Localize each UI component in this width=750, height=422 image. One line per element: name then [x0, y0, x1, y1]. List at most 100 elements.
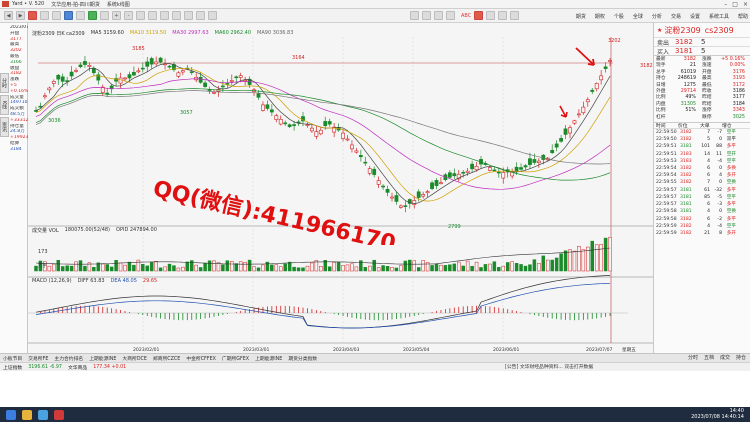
- candle-body: [532, 159, 537, 163]
- tool-e-icon[interactable]: [498, 11, 508, 20]
- settings-icon[interactable]: [196, 11, 205, 20]
- bid-label: 买入: [657, 48, 670, 56]
- bottom-tab[interactable]: 上期能源INE: [255, 355, 282, 362]
- tick-row[interactable]: 22:59:51 3183 14 11 空开: [654, 151, 750, 158]
- bottom-tab[interactable]: 广期所GFEX: [222, 355, 249, 362]
- list-icon[interactable]: [40, 11, 49, 20]
- title-item-2[interactable]: 系统k线图: [107, 1, 130, 8]
- grid-icon[interactable]: [52, 11, 61, 20]
- menu-help[interactable]: 帮助: [738, 13, 748, 20]
- star-icon[interactable]: ★: [657, 27, 662, 34]
- back-icon[interactable]: ◀: [4, 11, 13, 20]
- menu-futures[interactable]: 期货: [576, 13, 586, 20]
- volume-bar: [92, 267, 96, 272]
- candle-body: [118, 77, 123, 84]
- browser-icon[interactable]: [38, 409, 48, 420]
- tick-cell: 多换: [726, 166, 736, 172]
- tab-timeshare[interactable]: 分时: [0, 73, 9, 93]
- bottom-tab[interactable]: 期货分类指数: [288, 355, 317, 362]
- volume-bar: [154, 261, 158, 272]
- tab-news[interactable]: 资讯: [0, 117, 9, 137]
- menu-trade[interactable]: 交易: [671, 13, 681, 20]
- tool-d-icon[interactable]: [486, 11, 496, 20]
- lock-icon[interactable]: [410, 11, 419, 20]
- tab-kline[interactable]: K线: [0, 95, 9, 115]
- chart-area[interactable]: 3185 3164 3036 3057 2799 3202 3182 173 万手 2023/02…: [28, 23, 653, 353]
- tool-c-icon[interactable]: [446, 11, 455, 20]
- tick-row[interactable]: 22:59:54 3182 6 0 多换: [654, 165, 750, 172]
- zoom-out-icon[interactable]: -: [124, 11, 133, 20]
- kline-icon[interactable]: [76, 11, 85, 20]
- bottom-tab[interactable]: 中金所CFFEX: [186, 355, 216, 362]
- tick-row[interactable]: 22:59:59 3182 4 -4 空平: [654, 223, 750, 230]
- tick-cell: 3181: [680, 194, 692, 200]
- legend-item: 180075.00(52/48): [64, 227, 111, 233]
- forward-icon[interactable]: ▶: [16, 11, 25, 20]
- zoom-in-icon[interactable]: +: [112, 11, 121, 20]
- bottom-tab[interactable]: 郑商所CZCE: [153, 355, 180, 362]
- tick-row[interactable]: 22:59:59 3182 21 8 多开: [654, 230, 750, 237]
- panel-tab[interactable]: 持仓: [736, 354, 746, 361]
- bottom-tab[interactable]: 主力合约排名: [54, 355, 83, 362]
- period-icon[interactable]: [148, 11, 157, 20]
- panel-tab[interactable]: 成交: [720, 354, 730, 361]
- volume-bar: [319, 266, 323, 272]
- window-icon[interactable]: [172, 11, 181, 20]
- tick-row[interactable]: 22:59:50 3182 7 -7 空平: [654, 129, 750, 136]
- home-icon[interactable]: [28, 11, 37, 20]
- tick-row[interactable]: 22:59:54 3182 6 4 多开: [654, 172, 750, 179]
- ma30-line: [35, 78, 611, 190]
- draw-icon[interactable]: [100, 11, 109, 20]
- print-icon[interactable]: [208, 11, 217, 20]
- title-item-1[interactable]: 文华应用-拍-四川期货: [51, 1, 100, 8]
- menu-settings[interactable]: 设置: [690, 13, 700, 20]
- close-icon[interactable]: ×: [743, 1, 748, 8]
- bottom-tab[interactable]: 上期能源INE: [89, 355, 116, 362]
- tick-row[interactable]: 22:59:58 3182 6 -2 多平: [654, 216, 750, 223]
- tick-row[interactable]: 22:59:53 3183 4 -4 空平: [654, 158, 750, 165]
- volume-bar: [287, 261, 292, 272]
- maximize-icon[interactable]: □: [732, 1, 738, 8]
- ask-row[interactable]: 卖出 3182 5: [654, 37, 750, 47]
- title-item-0[interactable]: Yard • V. 520: [12, 1, 44, 7]
- tick-row[interactable]: 22:59:57 3181 61 -32 多平: [654, 187, 750, 194]
- windows-start-icon[interactable]: [6, 409, 16, 420]
- app-icon[interactable]: [54, 409, 64, 420]
- tick-cell: 多平: [726, 144, 736, 150]
- panel-tab[interactable]: 分时: [688, 354, 698, 361]
- tick-row[interactable]: 22:59:51 3181 101 88 多平: [654, 143, 750, 150]
- kline-chart[interactable]: 3185316430363057279932023182173万手2023/02…: [28, 23, 653, 353]
- bottom-tab[interactable]: 交易所FE: [28, 355, 48, 362]
- menu-analysis[interactable]: 分析: [652, 13, 662, 20]
- tick-row[interactable]: 22:59:57 3181 85 -5 空平: [654, 194, 750, 201]
- abc-button[interactable]: ABC: [461, 13, 471, 19]
- tick-row[interactable]: 22:59:57 3181 6 -3 多平: [654, 201, 750, 208]
- alert-icon[interactable]: [474, 11, 484, 20]
- indicator-icon[interactable]: [160, 11, 169, 20]
- tick-row[interactable]: 22:59:50 3182 5 0 双平: [654, 136, 750, 143]
- trade-icon[interactable]: [88, 11, 97, 20]
- bid-row[interactable]: 买入 3181 5: [654, 46, 750, 56]
- chart-icon[interactable]: [64, 11, 73, 20]
- volume-bar: [359, 260, 363, 272]
- tool-f-icon[interactable]: [510, 11, 520, 20]
- tick-list[interactable]: 22:59:50 3182 7 -7 空平 22:59:50 3182 5 0 双平 22:59:5…: [654, 129, 750, 237]
- volume-bar: [261, 264, 265, 272]
- tick-row[interactable]: 22:59:58 3181 4 0 空换: [654, 208, 750, 215]
- bottom-tab[interactable]: 小板节目: [3, 355, 22, 362]
- tick-cell: 3182: [680, 180, 692, 186]
- tool-a-icon[interactable]: [422, 11, 431, 20]
- minimize-icon[interactable]: –: [724, 1, 727, 8]
- folder-icon[interactable]: [22, 409, 32, 420]
- menu-global[interactable]: 全球: [633, 13, 643, 20]
- bottom-tab[interactable]: 大商所DCE: [122, 355, 146, 362]
- menu-stocks[interactable]: 个股: [614, 13, 624, 20]
- status-message[interactable]: [公告] 文华财经品种资料... 双击打开数据: [505, 362, 593, 371]
- tick-row[interactable]: 22:59:55 3182 7 0 空换: [654, 179, 750, 186]
- split-icon[interactable]: [184, 11, 193, 20]
- panel-tab[interactable]: 五档: [704, 354, 714, 361]
- cursor-icon[interactable]: [136, 11, 145, 20]
- tool-b-icon[interactable]: [434, 11, 443, 20]
- menu-tools[interactable]: 系统工具: [709, 13, 729, 20]
- menu-options[interactable]: 期权: [595, 13, 605, 20]
